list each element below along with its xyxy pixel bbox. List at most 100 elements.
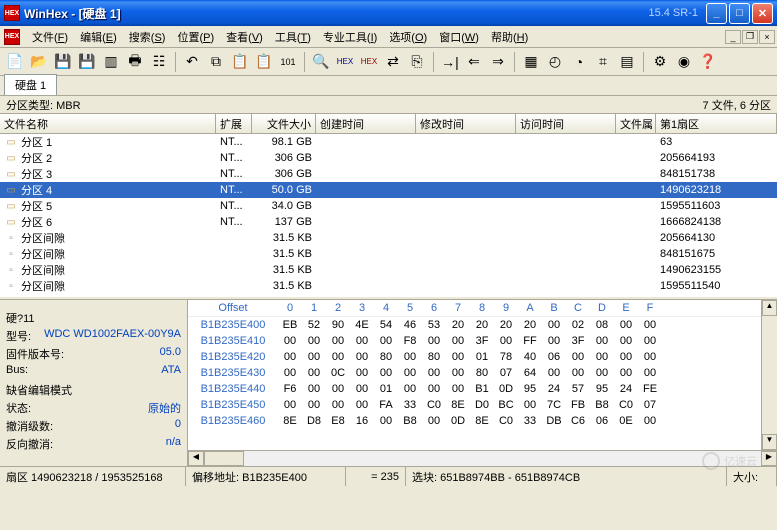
hex-byte[interactable]: B8 [398, 415, 422, 427]
hex-byte[interactable]: 33 [518, 415, 542, 427]
hex-byte[interactable]: 57 [566, 383, 590, 395]
hex-byte[interactable]: 00 [278, 351, 302, 363]
hex-byte[interactable]: 52 [302, 319, 326, 331]
maximize-button[interactable]: □ [729, 3, 750, 24]
hex-byte[interactable]: 20 [518, 319, 542, 331]
table-row[interactable]: ▭分区 5NT...34.0 GB1595511603 [0, 198, 777, 214]
hex-row[interactable]: B1B235E45000000000FA33C08ED0BC007CFBB8C0… [188, 397, 777, 413]
hex-byte[interactable]: 00 [278, 335, 302, 347]
hex-byte[interactable]: 95 [518, 383, 542, 395]
hex-byte[interactable]: 00 [350, 383, 374, 395]
hex-byte[interactable]: 24 [542, 383, 566, 395]
hex-byte[interactable]: 00 [638, 335, 662, 347]
col-size[interactable]: 文件大小 [252, 114, 316, 133]
hex-byte[interactable]: 00 [302, 367, 326, 379]
table-row[interactable]: ▭分区 3NT...306 GB848151738 [0, 166, 777, 182]
paste-button[interactable]: 📋 [253, 51, 275, 73]
disk-tab[interactable]: 硬盘 1 [4, 74, 57, 95]
hex-byte[interactable]: 64 [518, 367, 542, 379]
menu-t[interactable]: 工具(T) [269, 27, 317, 47]
hex-byte[interactable]: 00 [590, 367, 614, 379]
hex-byte[interactable]: EB [278, 319, 302, 331]
hex-byte[interactable]: 00 [566, 367, 590, 379]
hex-byte[interactable]: FA [374, 399, 398, 411]
hex-byte[interactable]: 00 [638, 367, 662, 379]
hex-byte[interactable]: 00 [302, 351, 326, 363]
mdi-restore-button[interactable]: ❐ [742, 30, 758, 44]
hex-byte[interactable]: F6 [278, 383, 302, 395]
menu-s[interactable]: 搜索(S) [123, 27, 172, 47]
hex-byte[interactable]: 00 [614, 351, 638, 363]
copy-button[interactable]: ⧉ [205, 51, 227, 73]
hex-byte[interactable]: 78 [494, 351, 518, 363]
hex-row[interactable]: B1B235E440F600000001000000B10D9524579524… [188, 381, 777, 397]
col-ctime[interactable]: 创建时间 [316, 114, 416, 133]
hex-byte[interactable]: 00 [446, 335, 470, 347]
hex-byte[interactable]: 06 [542, 351, 566, 363]
hex-byte[interactable]: 00 [614, 367, 638, 379]
col-ext[interactable]: 扩展 [216, 114, 252, 133]
table-row[interactable]: ▫分区间隙31.5 KB205664130 [0, 230, 777, 246]
go-back-button[interactable]: →| [439, 51, 461, 73]
hex-byte[interactable]: 00 [446, 351, 470, 363]
menu-f[interactable]: 文件(F) [26, 27, 74, 47]
hex-row[interactable]: B1B235E420000000008000800001784006000000… [188, 349, 777, 365]
hex-byte[interactable]: 00 [446, 383, 470, 395]
undo-button[interactable]: ↶ [181, 51, 203, 73]
hex-byte[interactable]: 00 [446, 367, 470, 379]
table-row[interactable]: ▭分区 1NT...98.1 GB63 [0, 134, 777, 150]
open-disk-button[interactable]: 💾 [52, 51, 74, 73]
hex-byte[interactable]: 00 [590, 351, 614, 363]
hex-byte[interactable]: 00 [422, 367, 446, 379]
hex-byte[interactable]: 00 [374, 335, 398, 347]
hex-byte[interactable]: 00 [614, 319, 638, 331]
table-row[interactable]: ▫分区间隙31.5 KB1490623155 [0, 262, 777, 278]
hex-byte[interactable]: 00 [326, 383, 350, 395]
hex-byte[interactable]: 00 [326, 351, 350, 363]
col-name[interactable]: 文件名称 [0, 114, 216, 133]
col-mtime[interactable]: 修改时间 [416, 114, 516, 133]
hex-vscrollbar[interactable]: ▲ ▼ [761, 300, 777, 450]
hex-byte[interactable]: E8 [326, 415, 350, 427]
hex-byte[interactable]: 02 [566, 319, 590, 331]
hex-byte[interactable]: 00 [422, 335, 446, 347]
hex-byte[interactable]: 00 [638, 319, 662, 331]
hex-byte[interactable]: 16 [350, 415, 374, 427]
hex-byte[interactable]: 8E [470, 415, 494, 427]
scroll-right-button[interactable]: ▶ [761, 451, 777, 466]
hex-byte[interactable]: B8 [590, 399, 614, 411]
minimize-button[interactable]: _ [706, 3, 727, 24]
hex-byte[interactable]: 7C [542, 399, 566, 411]
print-button[interactable]: 🖶 [124, 51, 146, 73]
hex-byte[interactable]: 24 [614, 383, 638, 395]
hex-byte[interactable]: 01 [374, 383, 398, 395]
hex-byte[interactable]: C0 [494, 415, 518, 427]
hex-byte[interactable]: 4E [350, 319, 374, 331]
hex-row[interactable]: B1B235E400EB52904E5446532020202000020800… [188, 317, 777, 333]
hex-byte[interactable]: 90 [326, 319, 350, 331]
menu-w[interactable]: 窗口(W) [433, 27, 485, 47]
mdi-close-button[interactable]: × [759, 30, 775, 44]
menu-o[interactable]: 选项(O) [383, 27, 433, 47]
hex-byte[interactable]: 80 [374, 351, 398, 363]
hex-byte[interactable]: 00 [374, 415, 398, 427]
table-row[interactable]: ▭分区 6NT...137 GB1666824138 [0, 214, 777, 230]
hex-byte[interactable]: 0D [446, 415, 470, 427]
new-button[interactable]: 📄 [4, 51, 26, 73]
hex-byte[interactable]: 40 [518, 351, 542, 363]
hex-byte[interactable]: 20 [470, 319, 494, 331]
menu-h[interactable]: 帮助(H) [485, 27, 534, 47]
go-prev-button[interactable]: ⇐ [463, 51, 485, 73]
scroll-up-button[interactable]: ▲ [762, 300, 777, 316]
hex-byte[interactable]: 06 [590, 415, 614, 427]
hex-byte[interactable]: 0E [614, 415, 638, 427]
hex-row[interactable]: B1B235E43000000C000000000080076400000000… [188, 365, 777, 381]
menu-i[interactable]: 专业工具(I) [317, 27, 383, 47]
col-atime[interactable]: 访问时间 [516, 114, 616, 133]
hex-byte[interactable]: 00 [566, 351, 590, 363]
hex-byte[interactable]: 07 [494, 367, 518, 379]
hex-byte[interactable]: 3F [470, 335, 494, 347]
menu-v[interactable]: 查看(V) [220, 27, 269, 47]
hex-byte[interactable]: 3F [566, 335, 590, 347]
hex-byte[interactable]: 00 [590, 335, 614, 347]
